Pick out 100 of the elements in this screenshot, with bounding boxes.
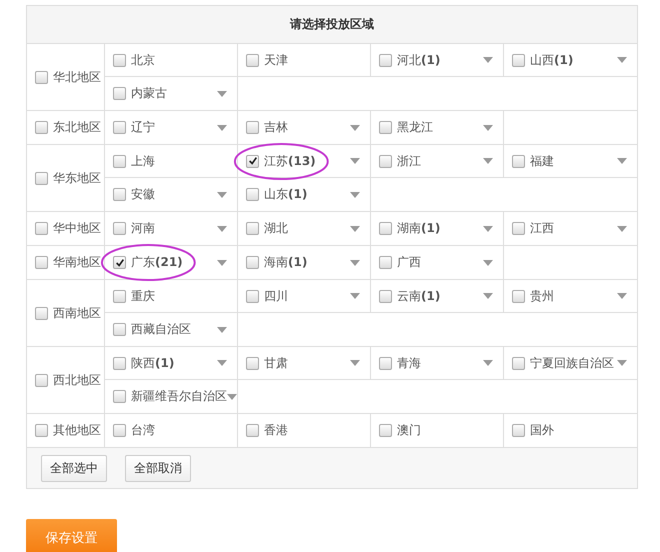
province-label: 台湾 [131, 422, 155, 439]
checkbox[interactable] [35, 424, 48, 437]
checkbox[interactable] [379, 356, 392, 370]
province-label: 天津 [264, 52, 288, 68]
province-label: 黑龙江 [397, 119, 433, 136]
province-label: 河北(1) [397, 52, 440, 68]
checkbox[interactable] [512, 54, 525, 66]
checkbox[interactable] [113, 290, 126, 302]
checkbox[interactable] [35, 121, 48, 134]
province-label: 云南(1) [397, 288, 440, 304]
checkbox[interactable] [379, 54, 392, 66]
checkbox[interactable] [512, 154, 525, 168]
province-label: 广西 [397, 254, 421, 271]
checkbox[interactable] [35, 374, 48, 386]
caret-icon[interactable] [350, 226, 360, 232]
select-button[interactable]: 全部取消 [125, 454, 191, 482]
province-label: 陕西(1) [131, 354, 174, 372]
checkbox[interactable] [246, 154, 259, 168]
caret-icon[interactable] [217, 90, 227, 96]
caret-icon[interactable] [483, 360, 493, 366]
checkbox[interactable] [113, 188, 126, 201]
checkbox[interactable] [113, 222, 126, 235]
caret-icon[interactable] [217, 124, 227, 130]
caret-icon[interactable] [483, 124, 493, 130]
caret-icon[interactable] [483, 226, 493, 232]
checkbox[interactable] [35, 256, 48, 269]
checkbox[interactable] [113, 323, 126, 336]
caret-icon[interactable] [617, 57, 627, 63]
checkbox[interactable] [379, 290, 392, 302]
caret-icon[interactable] [350, 124, 360, 130]
caret-icon[interactable] [350, 192, 360, 198]
region-label: 华东地区 [53, 170, 101, 186]
checkbox[interactable] [246, 121, 259, 134]
checkbox[interactable] [512, 424, 525, 437]
caret-icon[interactable] [350, 260, 360, 266]
checkbox[interactable] [113, 121, 126, 134]
region-label: 其他地区 [53, 422, 101, 439]
checkbox[interactable] [512, 290, 525, 302]
caret-icon[interactable] [350, 360, 360, 366]
caret-icon[interactable] [483, 57, 493, 63]
region-label: 华中地区 [53, 220, 101, 237]
checkbox[interactable] [246, 222, 259, 235]
caret-icon[interactable] [227, 394, 237, 400]
region-label: 东北地区 [53, 119, 101, 136]
caret-icon[interactable] [483, 260, 493, 266]
checkbox[interactable] [379, 222, 392, 235]
province-label: 江苏(13) [264, 152, 316, 170]
checkbox[interactable] [113, 54, 126, 66]
checkbox[interactable] [512, 356, 525, 370]
province-label: 香港 [264, 422, 288, 439]
province-label: 北京 [131, 52, 155, 68]
caret-icon[interactable] [617, 360, 627, 366]
checkbox[interactable] [113, 424, 126, 437]
caret-icon[interactable] [350, 158, 360, 164]
province-label: 浙江 [397, 152, 421, 170]
checkbox[interactable] [113, 154, 126, 168]
province-label: 澳门 [397, 422, 421, 439]
checkbox[interactable] [246, 290, 259, 302]
province-label: 广东(21) [131, 254, 183, 271]
checkbox[interactable] [379, 424, 392, 437]
region-label: 华南地区 [53, 254, 101, 271]
checkbox[interactable] [379, 154, 392, 168]
checkbox[interactable] [246, 256, 259, 269]
caret-icon[interactable] [483, 158, 493, 164]
province-label: 新疆维吾尔自治区 [131, 388, 227, 405]
caret-icon[interactable] [217, 226, 227, 232]
checkbox[interactable] [113, 256, 126, 269]
caret-icon[interactable] [483, 293, 493, 299]
checkbox[interactable] [246, 54, 259, 66]
caret-icon[interactable] [217, 360, 227, 366]
caret-icon[interactable] [217, 326, 227, 332]
caret-icon[interactable] [217, 192, 227, 198]
checkbox[interactable] [35, 306, 48, 320]
checkbox[interactable] [113, 356, 126, 370]
checkbox[interactable] [512, 222, 525, 235]
province-label: 四川 [264, 288, 288, 304]
caret-icon[interactable] [350, 293, 360, 299]
checkbox[interactable] [113, 87, 126, 100]
caret-icon[interactable] [617, 158, 627, 164]
checkbox[interactable] [246, 356, 259, 370]
province-label: 江西 [530, 220, 554, 237]
province-label: 宁夏回族自治区 [530, 354, 614, 372]
checkbox[interactable] [246, 188, 259, 201]
checkbox[interactable] [379, 121, 392, 134]
select-button[interactable]: 全部选中 [41, 454, 107, 482]
checkbox[interactable] [246, 424, 259, 437]
province-label: 湖北 [264, 220, 288, 237]
province-label: 上海 [131, 152, 155, 170]
caret-icon[interactable] [617, 226, 627, 232]
checkbox[interactable] [35, 70, 48, 84]
province-label: 贵州 [530, 288, 554, 304]
checkbox[interactable] [35, 222, 48, 235]
region-label: 西北地区 [53, 372, 101, 388]
checkbox[interactable] [113, 390, 126, 403]
caret-icon[interactable] [617, 293, 627, 299]
caret-icon[interactable] [217, 260, 227, 266]
province-label: 吉林 [264, 119, 288, 136]
checkbox[interactable] [379, 256, 392, 269]
checkbox[interactable] [35, 172, 48, 184]
region-label: 西南地区 [53, 304, 101, 322]
